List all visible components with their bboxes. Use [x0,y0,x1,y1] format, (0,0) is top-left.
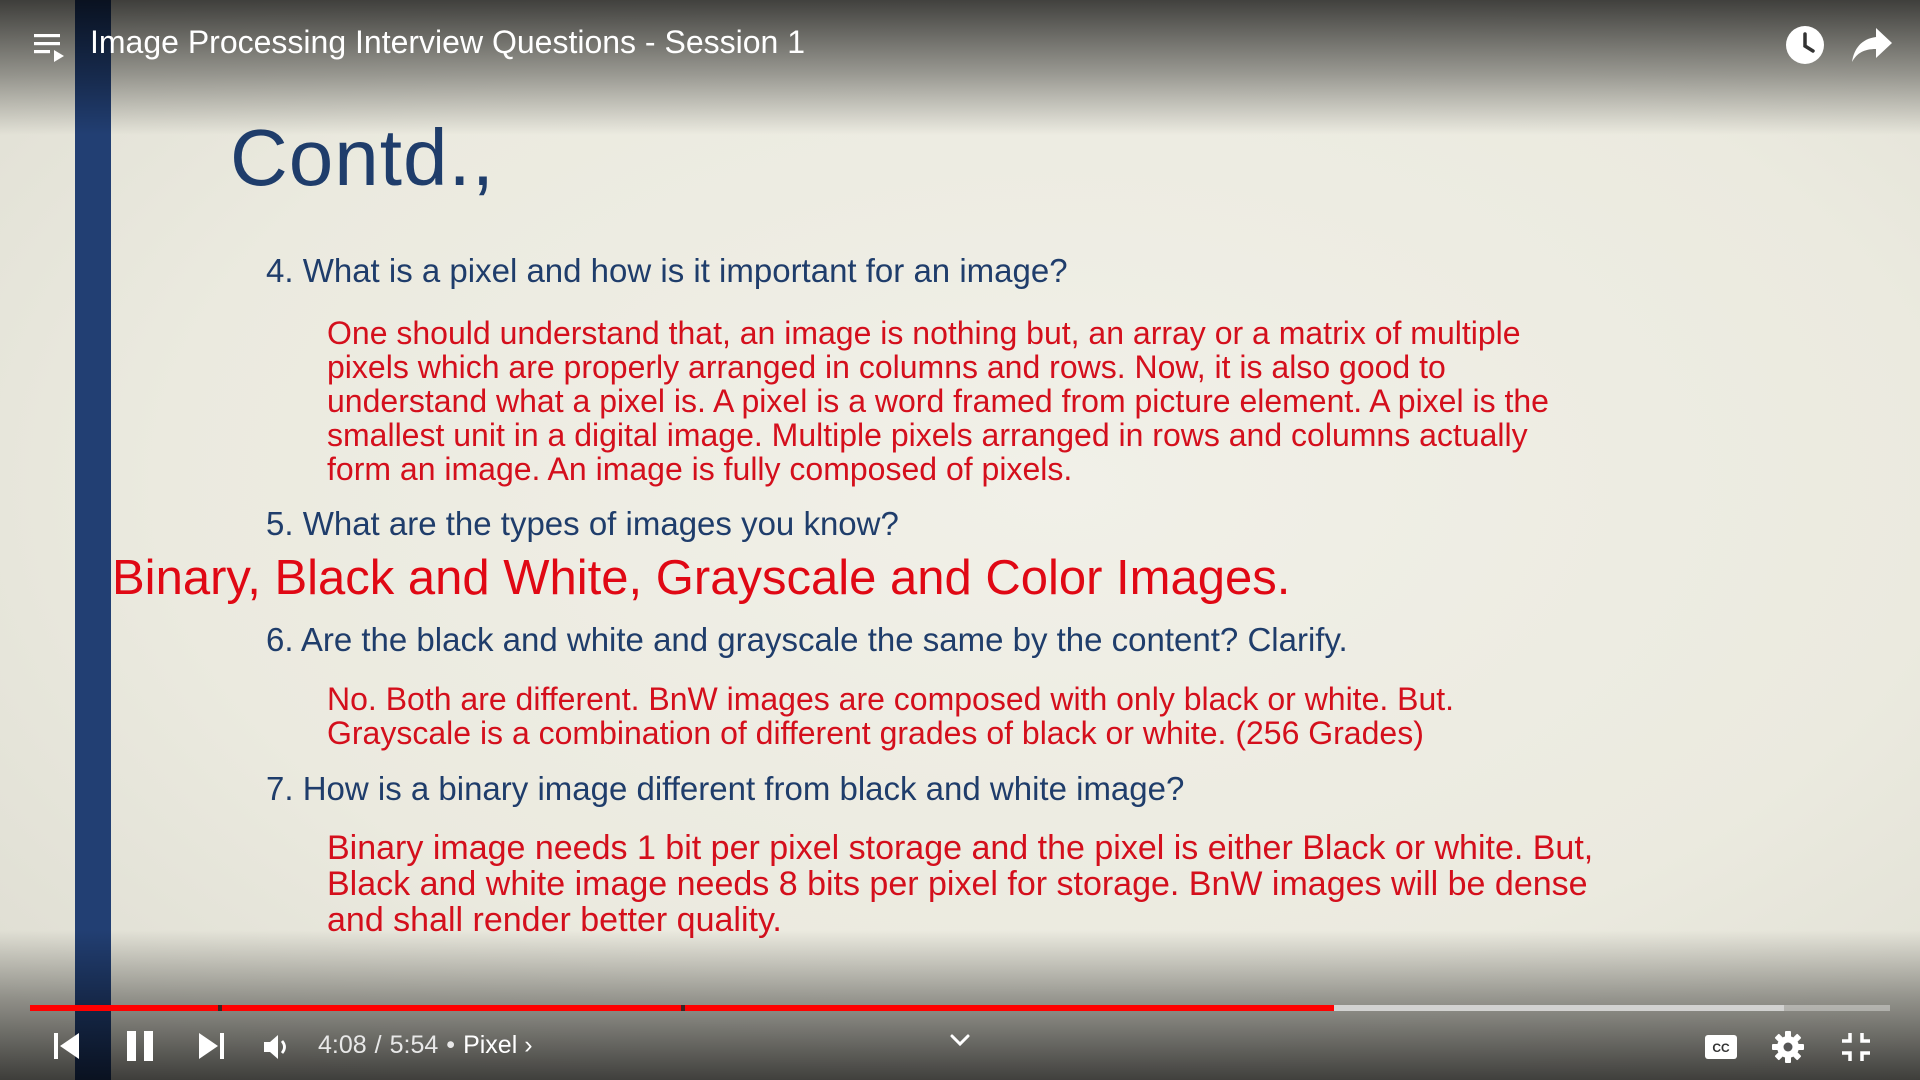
slide-accent-bar [75,0,111,1080]
answer-line: No. Both are different. BnW images are c… [327,681,1455,717]
top-gradient [0,0,1920,135]
exit-fullscreen-icon[interactable] [1840,1031,1872,1063]
pause-icon[interactable] [124,1028,156,1064]
chapter-marker [217,1005,222,1011]
video-frame[interactable]: Contd., 4. What is a pixel and how is it… [0,0,1920,1080]
next-icon[interactable] [196,1030,226,1062]
time-separator: / [374,1031,382,1059]
svg-text:CC: CC [1712,1041,1730,1055]
watch-later-icon[interactable] [1784,24,1826,66]
volume-icon[interactable] [262,1032,292,1062]
answer-line: One should understand that, an image is … [327,315,1521,351]
current-time: 4:08 [318,1031,367,1059]
time-display: 4:08 / 5:54 • Pixel › [318,1031,533,1060]
answer-4: One should understand that, an image is … [327,316,1757,486]
answer-line: Black and white image needs 8 bits per p… [327,865,1588,903]
progress-bar[interactable] [30,1005,1890,1011]
question-5: 5. What are the types of images you know… [266,505,899,542]
duration: 5:54 [389,1031,439,1059]
answer-line: Binary image needs 1 bit per pixel stora… [327,829,1594,867]
chapter-marker [681,1005,685,1011]
answer-line: form an image. An image is fully compose… [327,451,1073,487]
question-7: 7. How is a binary image different from … [266,770,1185,807]
answer-line: pixels which are properly arranged in co… [327,349,1446,385]
share-icon[interactable] [1850,26,1894,64]
chapter-button[interactable]: Pixel › [463,1031,532,1060]
video-title[interactable]: Image Processing Interview Questions - S… [90,24,805,61]
answer-6: No. Both are different. BnW images are c… [327,682,1757,750]
answer-line: Grayscale is a combination of different … [327,715,1424,751]
playlist-icon[interactable] [32,30,68,64]
question-6: 6. Are the black and white and grayscale… [266,621,1348,658]
chevron-down-icon[interactable] [948,1032,972,1048]
settings-icon[interactable] [1771,1030,1805,1064]
answer-line: smallest unit in a digital image. Multip… [327,417,1528,453]
question-4: 4. What is a pixel and how is it importa… [266,252,1068,289]
answer-line: understand what a pixel is. A pixel is a… [327,383,1549,419]
previous-icon[interactable] [52,1030,82,1062]
chapter-bullet: • [446,1031,456,1059]
captions-icon[interactable]: CC [1704,1034,1738,1060]
answer-5: Binary, Black and White, Grayscale and C… [112,551,1291,605]
answer-7: Binary image needs 1 bit per pixel stora… [327,830,1827,938]
